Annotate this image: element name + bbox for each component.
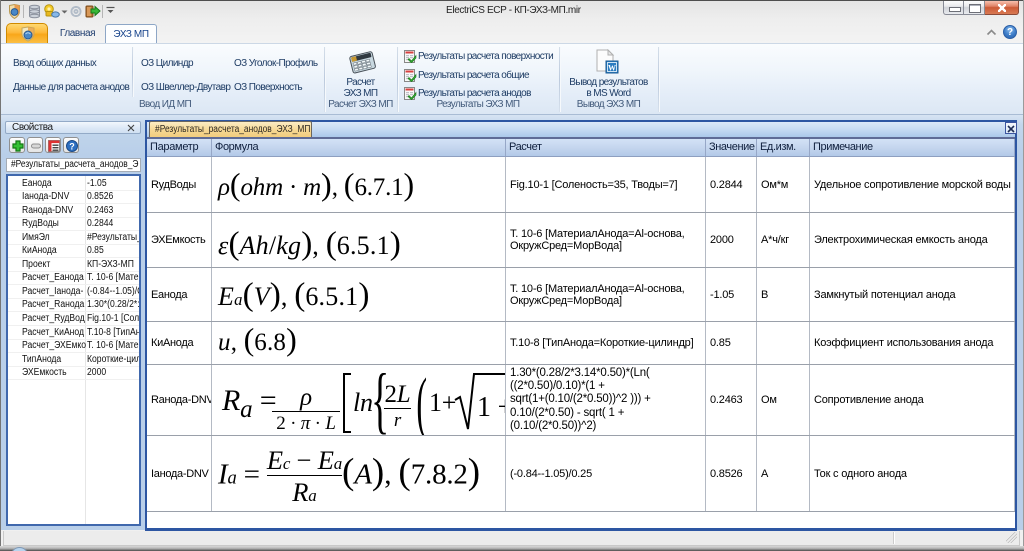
svg-text:W: W xyxy=(608,64,616,73)
svg-text:1 +: 1 + xyxy=(477,392,506,423)
svg-text:?: ? xyxy=(69,142,75,152)
